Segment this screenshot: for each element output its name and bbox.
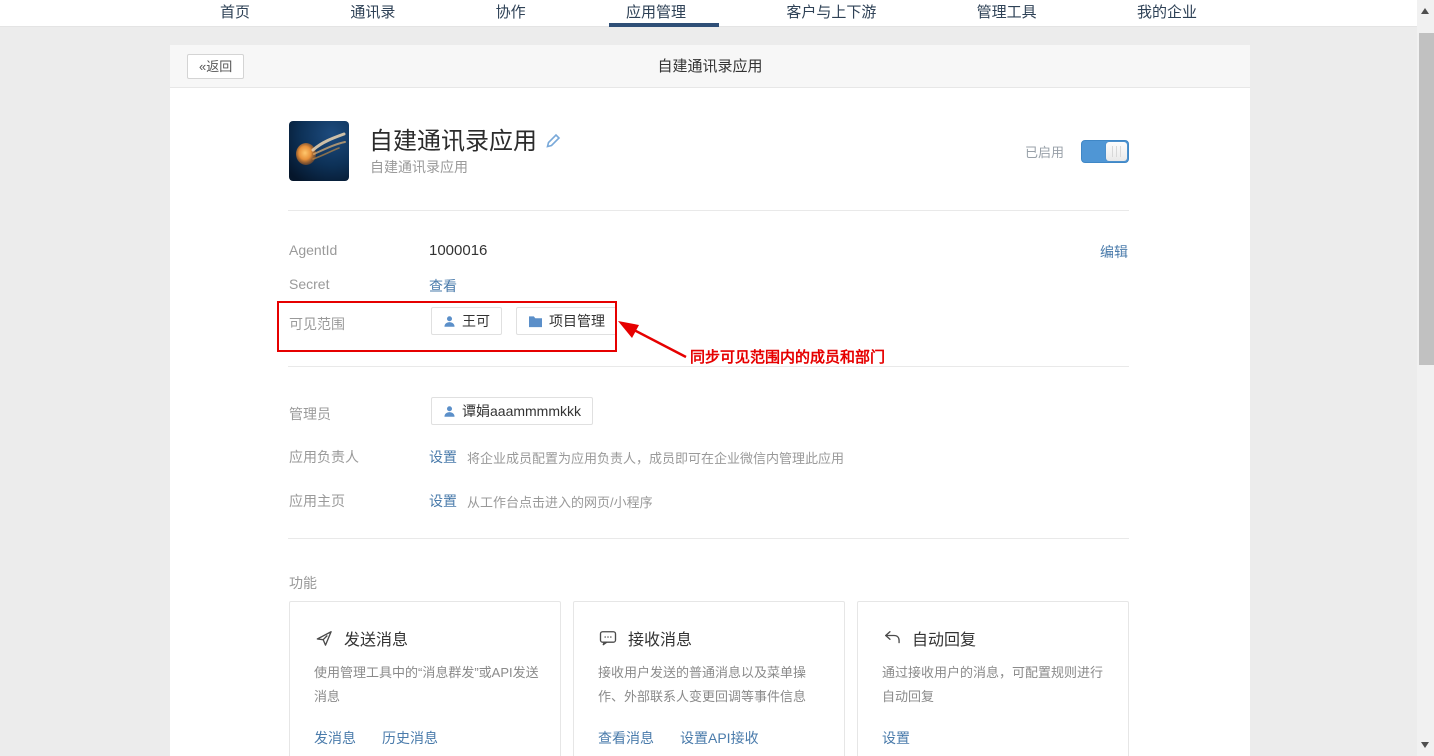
app-homepage-description: 从工作台点击进入的网页/小程序 — [467, 492, 653, 511]
scrollbar-up-arrow[interactable] — [1421, 8, 1429, 14]
app-owner-label: 应用负责人 — [289, 447, 359, 467]
app-description: 自建通讯录应用 — [370, 157, 468, 177]
admin-tag-label: 谭娟aaammmmkkk — [462, 401, 581, 421]
toggle-knob — [1106, 142, 1127, 161]
feature-card-auto-reply: 自动回复 通过接收用户的消息，可配置规则进行自动回复 设置 — [857, 601, 1129, 756]
card-title: 发送消息 — [344, 626, 408, 650]
send-message-icon — [314, 628, 334, 648]
nav-tabs: 首页 通讯录 协作 应用管理 客户与上下游 管理工具 我的企业 — [220, 0, 1197, 27]
user-icon — [443, 315, 456, 328]
scope-tag-department: 项目管理 — [516, 307, 617, 335]
admin-tag: 谭娟aaammmmkkk — [431, 397, 593, 425]
features-section-label: 功能 — [289, 573, 317, 593]
visible-scope-tags: 王可 项目管理 — [431, 307, 617, 335]
nav-tab-home[interactable]: 首页 — [220, 0, 250, 27]
card-description: 接收用户发送的普通消息以及菜单操作、外部联系人变更回调等事件信息 — [598, 661, 824, 709]
card-description: 使用管理工具中的“消息群发”或API发送消息 — [314, 661, 540, 709]
feature-card-receive-message: 接收消息 接收用户发送的普通消息以及菜单操作、外部联系人变更回调等事件信息 查看… — [573, 601, 845, 756]
app-icon — [289, 121, 349, 181]
nav-tab-app-management[interactable]: 应用管理 — [626, 0, 686, 27]
app-owner-set-link[interactable]: 设置 — [429, 447, 457, 467]
divider — [288, 366, 1129, 367]
app-homepage-set-link[interactable]: 设置 — [429, 491, 457, 511]
scrollbar-down-arrow[interactable] — [1421, 742, 1429, 748]
main-panel: «返回 自建通讯录应用 自建通 — [170, 45, 1250, 756]
divider — [288, 538, 1129, 539]
admin-tags: 谭娟aaammmmkkk — [431, 397, 593, 425]
receive-message-icon — [598, 628, 618, 648]
card-title: 自动回复 — [912, 626, 976, 650]
nav-tab-my-company[interactable]: 我的企业 — [1137, 0, 1197, 27]
card-title: 接收消息 — [628, 626, 692, 650]
back-button[interactable]: «返回 — [187, 54, 244, 79]
feature-card-send-message: 发送消息 使用管理工具中的“消息群发”或API发送消息 发消息 历史消息 — [289, 601, 561, 756]
admin-label: 管理员 — [289, 404, 331, 424]
history-message-link[interactable]: 历史消息 — [382, 728, 438, 748]
view-message-link[interactable]: 查看消息 — [598, 728, 654, 748]
nav-tab-customers[interactable]: 客户与上下游 — [786, 0, 876, 27]
status-label: 已启用 — [1025, 142, 1064, 161]
page-title: 自建通讯录应用 — [170, 45, 1250, 88]
scrollbar-thumb[interactable] — [1419, 33, 1434, 365]
divider — [288, 210, 1129, 211]
edit-app-name-icon[interactable] — [545, 133, 561, 149]
nav-tab-collaboration[interactable]: 协作 — [496, 0, 526, 27]
send-message-link[interactable]: 发消息 — [314, 728, 356, 748]
enable-toggle[interactable] — [1081, 140, 1129, 163]
agentid-value: 1000016 — [429, 242, 487, 259]
set-api-receive-link[interactable]: 设置API接收 — [680, 728, 759, 748]
agentid-label: AgentId — [289, 242, 337, 258]
auto-reply-set-link[interactable]: 设置 — [882, 728, 910, 748]
secret-view-link[interactable]: 查看 — [429, 276, 457, 296]
scope-tag-user-label: 王可 — [462, 311, 490, 331]
app-homepage-label: 应用主页 — [289, 491, 345, 511]
nav-tab-contacts[interactable]: 通讯录 — [350, 0, 395, 27]
visible-scope-label: 可见范围 — [289, 314, 345, 334]
secret-label: Secret — [289, 276, 329, 292]
scope-tag-department-label: 项目管理 — [549, 311, 605, 331]
edit-link[interactable]: 编辑 — [1100, 242, 1128, 262]
card-description: 通过接收用户的消息，可配置规则进行自动回复 — [882, 661, 1108, 709]
folder-icon — [528, 315, 543, 328]
feature-cards: 发送消息 使用管理工具中的“消息群发”或API发送消息 发消息 历史消息 — [289, 601, 1129, 756]
user-icon — [443, 405, 456, 418]
nav-tab-admin-tools[interactable]: 管理工具 — [977, 0, 1037, 27]
auto-reply-icon — [882, 628, 902, 648]
top-navigation: 首页 通讯录 协作 应用管理 客户与上下游 管理工具 我的企业 — [0, 0, 1417, 27]
app-owner-description: 将企业成员配置为应用负责人，成员即可在企业微信内管理此应用 — [467, 448, 844, 467]
vertical-scrollbar[interactable] — [1417, 0, 1434, 756]
page-header: «返回 自建通讯录应用 — [170, 45, 1250, 88]
scope-tag-user: 王可 — [431, 307, 502, 335]
app-name: 自建通讯录应用 — [369, 121, 537, 156]
